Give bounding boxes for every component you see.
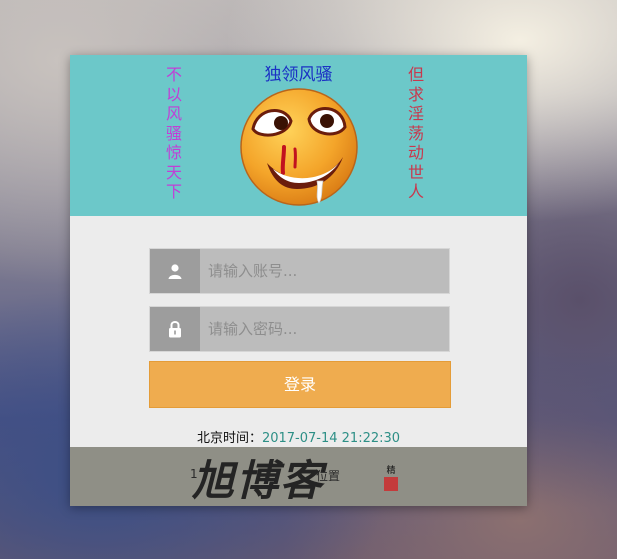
username-input[interactable] xyxy=(200,249,448,293)
seal-icon xyxy=(384,477,398,491)
clock-value: 2017-07-14 21:22:30 xyxy=(261,431,401,446)
seal-text: 精 xyxy=(386,466,396,476)
password-input[interactable] xyxy=(200,307,448,351)
clock-row: 北京时间：2017-07-14 21:22:30 xyxy=(70,427,527,446)
password-field[interactable] xyxy=(149,306,450,352)
header-banner: 独领风骚 不以风骚惊天下 但求淫荡动世人 xyxy=(70,55,527,216)
login-button[interactable]: 登录 xyxy=(149,361,451,408)
login-panel: 独领风骚 不以风骚惊天下 但求淫荡动世人 请输入账号... 登录 北京时间：20… xyxy=(70,55,527,506)
clock-label: 北京时间： xyxy=(196,431,262,446)
lock-icon xyxy=(150,307,200,351)
right-vertical-slogan: 但求淫荡动世人 xyxy=(407,65,424,201)
drooling-face-icon xyxy=(240,88,358,206)
left-vertical-slogan: 不以风骚惊天下 xyxy=(165,65,182,201)
seal-stamp: 精 xyxy=(382,463,400,491)
username-field[interactable] xyxy=(149,248,450,294)
footer-bar: 1 位置 旭博客 精 xyxy=(70,447,527,506)
user-icon xyxy=(150,249,200,293)
brand-logo: 旭博客 xyxy=(192,456,325,505)
banner-title: 独领风骚 xyxy=(264,65,333,85)
